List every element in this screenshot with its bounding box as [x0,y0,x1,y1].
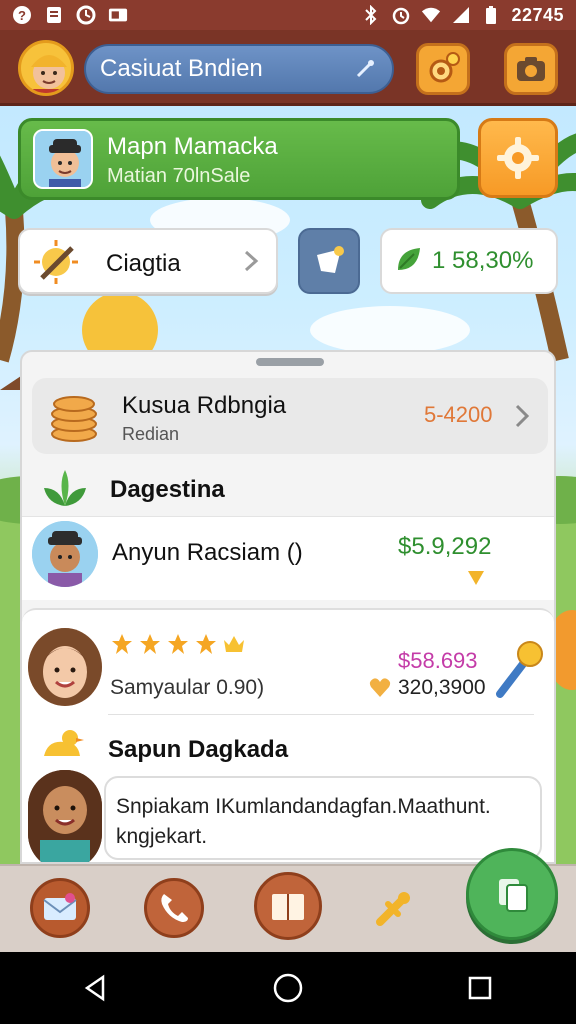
list-item-title: Kusua Rdbngia [122,392,287,419]
description-box: Snpiakam IKumlandandagfan.Maathunt. kngj… [104,776,542,860]
signal-icon [451,5,471,25]
question-icon: ? [12,5,32,25]
price-highlight: $58.693 [398,648,478,673]
list-item-user[interactable]: Anyun Racsiam () $5.9,292 [22,516,554,600]
phone-button[interactable] [144,878,204,938]
back-button[interactable] [76,968,116,1008]
wifi-icon [421,5,441,25]
leaves-icon [40,466,90,510]
mail-icon [43,893,77,920]
settings-button[interactable] [478,118,558,198]
app-title-pill[interactable]: Casiuat Bndien [84,44,394,94]
svg-text:?: ? [18,8,26,23]
home-button[interactable] [268,968,308,1008]
duck-icon [40,728,84,768]
section-title: Dagestina [110,476,225,503]
avatar [32,521,98,587]
app-bar: Casiuat Bndien [0,30,576,106]
system-nav-bar [0,952,576,1024]
battery-icon [481,5,501,25]
user-name: Anyun Racsiam () [112,539,303,566]
bluetooth-icon [361,5,381,25]
mail-button[interactable] [30,878,90,938]
profile-name: Mapn Mamacka [107,133,278,160]
profile-subtitle: Matian 70lnSale [107,165,251,187]
star-icon [168,634,188,654]
microphone-icon[interactable] [492,638,544,700]
status-time: 22745 [511,4,564,25]
main-sheet: Kusua Rdbngia Redian 5-4200 Dagestina An… [20,350,556,864]
profile-avatar [33,129,93,189]
copy-fab-button[interactable] [466,848,558,940]
back-icon [84,974,105,1002]
tool-icon [376,892,410,926]
rating-text: Samyaular 0.90) [110,676,265,699]
avatar [28,770,102,862]
alarm-icon [391,5,411,25]
list-item-coins[interactable]: Kusua Rdbngia Redian 5-4200 [32,378,548,454]
camera-icon [517,57,545,81]
book-icon [272,894,304,920]
sun-tool-icon [32,238,82,288]
book-button[interactable] [254,872,322,940]
shield-badge-icon [466,567,486,587]
note-button[interactable] [298,228,360,294]
edit-icon[interactable] [352,56,378,82]
crown-icon [224,636,244,652]
clock-icon [76,5,96,25]
chevron-right-icon [240,248,262,274]
tool-button[interactable] [364,878,424,938]
sheet-drag-handle[interactable] [256,358,324,366]
app-title: Casiuat Bndien [100,55,263,82]
user-avatar[interactable] [18,40,74,96]
detail-card[interactable]: Samyaular 0.90) $58.693 320,3900 Sapun D… [22,608,554,862]
quick-action-card[interactable]: Ciagtia [18,228,278,294]
user-amount: $5.9,292 [398,533,492,560]
camera-button[interactable] [504,43,558,95]
leaf-icon [394,244,424,279]
gear-icon [497,137,539,179]
description-text: Snpiakam IKumlandandagfan.Maathunt. kngj… [116,795,491,848]
balance-card[interactable]: 1 58,30% [380,228,558,294]
phone-icon [161,894,188,922]
price-secondary: 320,3900 [398,676,486,699]
notification-button[interactable] [416,43,470,95]
star-icon [112,634,132,654]
list-item-value: 5-4200 [424,402,493,427]
paper-note-icon [317,246,344,273]
profile-card[interactable]: Mapn Mamacka Matian 70lnSale [18,118,460,200]
card-title: Sapun Dagkada [108,736,289,763]
recents-button[interactable] [460,968,500,1008]
recents-icon [468,976,492,1000]
star-icon [196,634,216,654]
copy-icon [499,879,528,912]
star-icon [140,634,160,654]
avatar [28,628,102,706]
quick-action-label: Ciagtia [106,250,181,277]
list-item-subtitle: Redian [122,424,180,444]
gear-alert-icon [429,52,460,83]
divider [108,714,534,715]
rating-stars [110,632,246,656]
media-icon [108,5,128,25]
chevron-right-icon [512,402,532,430]
note-icon [44,5,64,25]
heart-icon [368,676,392,700]
home-icon [273,973,303,1003]
balance-value: 1 58,30% [432,247,534,274]
status-bar: ? 22745 [0,0,576,30]
coin-stack-icon [48,390,104,446]
